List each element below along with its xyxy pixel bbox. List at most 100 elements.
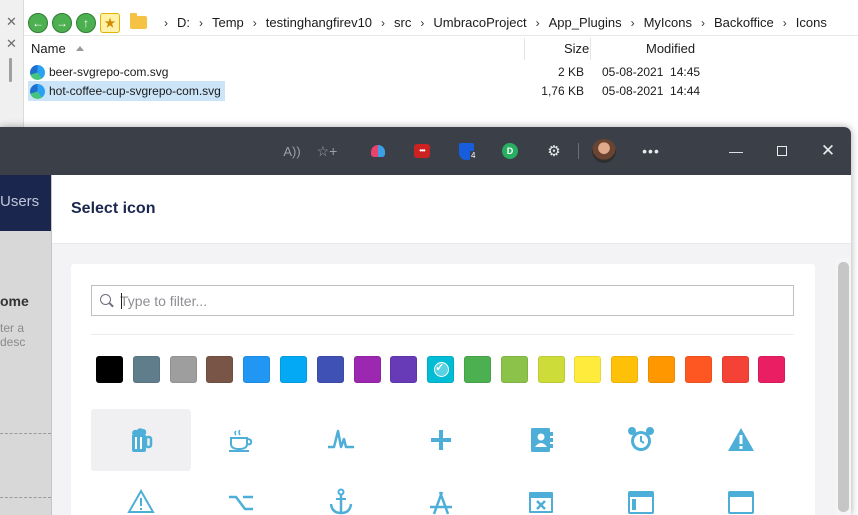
divider	[0, 497, 51, 498]
browser-title-bar: A)) ☆+ ••• 4 D ⚙ ••• — ✕	[0, 127, 851, 175]
icon-option-address-book[interactable]	[491, 409, 591, 471]
more-menu-icon[interactable]: •••	[639, 139, 663, 163]
avatar-image	[592, 139, 616, 163]
color-swatch[interactable]	[463, 356, 491, 383]
color-swatch[interactable]	[206, 356, 234, 383]
file-modified: 05-08-2021 14:45	[602, 65, 701, 79]
minimize-glyph: —	[729, 143, 743, 159]
file-name-cell[interactable]: hot-coffee-cup-svgrepo-com.svg	[28, 81, 225, 101]
breadcrumb-item[interactable]: UmbracoProject	[433, 15, 526, 30]
file-name: hot-coffee-cup-svgrepo-com.svg	[49, 84, 221, 98]
filter-input[interactable]	[120, 292, 780, 309]
breadcrumb-item[interactable]: src	[394, 15, 411, 30]
color-swatch[interactable]	[574, 356, 602, 383]
icon-option-application-window[interactable]	[591, 471, 691, 515]
color-swatch[interactable]	[169, 356, 197, 383]
column-header-modified[interactable]: Modified	[646, 41, 695, 56]
filter-box[interactable]	[91, 285, 794, 316]
maximize-icon[interactable]	[770, 139, 794, 163]
bitwarden-icon[interactable]: 4	[454, 139, 478, 163]
column-header-name[interactable]: Name	[31, 41, 66, 56]
color-swatch[interactable]	[390, 356, 418, 383]
color-swatch[interactable]	[500, 356, 528, 383]
extension-d-glyph: D	[502, 143, 518, 159]
color-swatch[interactable]	[279, 356, 307, 383]
icon-option-beer[interactable]	[91, 409, 191, 471]
browser-window: A)) ☆+ ••• 4 D ⚙ ••• — ✕ Users ome ter a…	[0, 127, 851, 515]
divider	[91, 334, 794, 335]
file-name-cell[interactable]: beer-svgrepo-com.svg	[28, 62, 172, 82]
splitter-handle[interactable]	[9, 58, 12, 82]
icon-option-alert-alt[interactable]	[91, 471, 191, 515]
breadcrumb-separator: ›	[252, 15, 257, 30]
app-icon	[430, 491, 452, 515]
column-header-size[interactable]: Size	[564, 41, 589, 56]
icon-option-application-error[interactable]	[491, 471, 591, 515]
icon-option-alt[interactable]	[191, 471, 291, 515]
window-close-icon[interactable]: ✕	[816, 139, 840, 163]
breadcrumb-item[interactable]: Backoffice	[714, 15, 774, 30]
profile-avatar[interactable]	[592, 139, 616, 163]
breadcrumb-item[interactable]: App_Plugins	[549, 15, 622, 30]
nav-item-users[interactable]: Users	[0, 193, 39, 210]
column-divider[interactable]	[590, 38, 591, 60]
color-swatch[interactable]	[537, 356, 565, 383]
minimize-icon[interactable]: —	[724, 139, 748, 163]
up-icon[interactable]: ↑	[76, 12, 96, 33]
maximize-glyph	[777, 146, 787, 156]
alt-icon	[229, 495, 253, 511]
extension-d-icon[interactable]: D	[498, 139, 522, 163]
color-swatch[interactable]	[96, 356, 123, 383]
alarm-clock-icon	[628, 427, 654, 451]
application-window-alt-icon	[728, 491, 754, 514]
forward-icon[interactable]: →	[52, 12, 72, 33]
color-swatch[interactable]	[243, 356, 271, 383]
icon-option-add[interactable]	[391, 409, 491, 471]
breadcrumb-item[interactable]: MyIcons	[644, 15, 692, 30]
breadcrumb-item[interactable]: Temp	[212, 15, 244, 30]
add-icon	[431, 430, 451, 450]
color-swatch[interactable]	[758, 356, 786, 383]
umbraco-backdrop: Users ome ter a desc	[0, 175, 51, 515]
file-row[interactable]: beer-svgrepo-com.svg 2 KB 05-08-2021 14:…	[28, 62, 700, 82]
color-swatches	[96, 356, 795, 383]
breadcrumb-item[interactable]: Icons	[796, 15, 827, 30]
color-swatch[interactable]	[132, 356, 160, 383]
icon-option-alert[interactable]	[691, 409, 791, 471]
add-favorite-icon[interactable]: ☆+	[315, 139, 339, 163]
scrollbar-thumb[interactable]	[838, 262, 849, 512]
color-swatch[interactable]	[427, 356, 455, 383]
lastpass-icon[interactable]: •••	[410, 139, 434, 163]
folder-icon	[130, 13, 147, 29]
file-row[interactable]: hot-coffee-cup-svgrepo-com.svg 1,76 KB 0…	[28, 81, 700, 101]
breadcrumb-separator: ›	[199, 15, 203, 30]
icon-option-app[interactable]	[391, 471, 491, 515]
color-swatch[interactable]	[684, 356, 712, 383]
color-swatch[interactable]	[611, 356, 639, 383]
select-icon-dialog: Select icon	[51, 175, 851, 515]
icon-option-application-window-alt[interactable]	[691, 471, 791, 515]
add-favorite-glyph: ☆+	[316, 142, 338, 159]
color-swatch[interactable]	[353, 356, 381, 383]
activity-icon	[328, 429, 354, 449]
icon-option-anchor[interactable]	[291, 471, 391, 515]
read-aloud-icon[interactable]: A))	[280, 139, 304, 163]
column-divider[interactable]	[524, 38, 525, 60]
favorites-star-icon[interactable]: ★	[100, 12, 120, 33]
color-swatch[interactable]	[721, 356, 749, 383]
umbraco-top-nav: Users	[0, 175, 51, 231]
edge-file-icon	[30, 83, 45, 99]
color-swatch[interactable]	[647, 356, 675, 383]
breadcrumb-item[interactable]: testinghangfirev10	[266, 15, 372, 30]
icon-option-activity[interactable]	[291, 409, 391, 471]
extension-heart-icon[interactable]	[366, 139, 390, 163]
icon-option-alarm-clock[interactable]	[591, 409, 691, 471]
read-aloud-glyph: A))	[283, 143, 301, 159]
close-icon[interactable]: ✕	[6, 14, 17, 30]
breadcrumb-item[interactable]: D:	[177, 15, 190, 30]
extensions-puzzle-icon[interactable]: ⚙	[542, 139, 566, 163]
color-swatch[interactable]	[316, 356, 344, 383]
close-icon[interactable]: ✕	[6, 36, 17, 52]
icon-option-coffee-cup[interactable]	[191, 409, 291, 471]
back-icon[interactable]: ←	[28, 12, 48, 33]
